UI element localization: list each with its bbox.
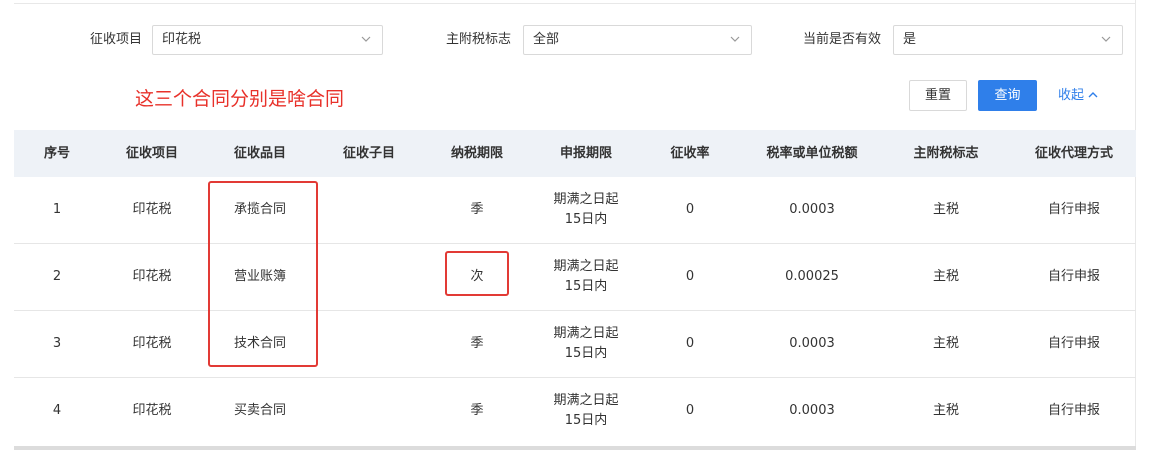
table-row[interactable]: 4 印花税 买卖合同 季 期满之日起 15日内 0 0.0003 主税 自行申报	[14, 378, 1136, 445]
deadline-line-1: 期满之日起	[553, 326, 619, 341]
deadline-line-1: 期满之日起	[553, 192, 619, 207]
col-header-agent: 征收代理方式	[1034, 146, 1114, 161]
item-select-value: 印花税	[162, 32, 202, 47]
cell-item: 印花税	[132, 336, 172, 351]
table-bottom-edge	[14, 446, 1136, 450]
cell-rate: 0	[685, 202, 695, 217]
top-divider	[14, 3, 1136, 4]
deadline-line-2: 15日内	[564, 279, 608, 294]
cell-item: 印花税	[132, 202, 172, 217]
cell-deadline: 期满之日起 15日内	[541, 257, 631, 297]
col-header-item: 征收项目	[125, 146, 179, 161]
table-row[interactable]: 3 印花税 技术合同 季 期满之日起 15日内 0 0.0003 主税 自行申报	[14, 311, 1136, 378]
cell-period: 季	[470, 403, 484, 418]
col-header-rate: 征收率	[670, 146, 710, 161]
cell-tax-rate: 0.0003	[789, 403, 835, 418]
cell-deadline: 期满之日起 15日内	[541, 324, 631, 364]
deadline-line-1: 期满之日起	[553, 259, 619, 274]
cell-agent: 自行申报	[1047, 403, 1101, 418]
cell-no: 4	[52, 403, 62, 418]
chevron-down-icon	[730, 36, 740, 42]
col-header-subitem: 征收子目	[342, 146, 396, 161]
cell-rate: 0	[685, 269, 695, 284]
table-row[interactable]: 2 印花税 营业账簿 次 期满之日起 15日内 0 0.00025 主税 自行申报	[14, 244, 1136, 311]
cell-no: 2	[52, 269, 62, 284]
collapse-link[interactable]: 收起	[1058, 88, 1098, 104]
col-header-tax-rate: 税率或单位税额	[766, 146, 858, 161]
main-flag-select-value: 全部	[533, 32, 560, 47]
filter-label-main-flag: 主附税标志	[446, 32, 512, 47]
filter-label-valid: 当前是否有效	[803, 32, 882, 47]
cell-flag: 主税	[932, 336, 960, 351]
cell-no: 1	[52, 202, 62, 217]
cell-rate: 0	[685, 403, 695, 418]
deadline-line-2: 15日内	[564, 346, 608, 361]
cell-flag: 主税	[932, 403, 960, 418]
cell-deadline: 期满之日起 15日内	[541, 190, 631, 230]
chevron-down-icon	[1101, 36, 1111, 42]
cell-item: 印花税	[132, 403, 172, 418]
table-header: 序号 征收项目 征收品目 征收子目 纳税期限 申报期限 征收率 税率或单位税额 …	[14, 130, 1136, 177]
cell-tax-rate: 0.00025	[785, 269, 839, 284]
collapse-label: 收起	[1058, 88, 1085, 103]
main-flag-select[interactable]: 全部	[523, 25, 752, 55]
valid-select[interactable]: 是	[893, 25, 1123, 55]
deadline-line-2: 15日内	[564, 413, 608, 428]
col-header-flag: 主附税标志	[913, 146, 979, 161]
deadline-line-2: 15日内	[564, 212, 608, 227]
reset-button[interactable]: 重置	[909, 80, 967, 111]
cell-tax-rate: 0.0003	[789, 336, 835, 351]
filter-label-item: 征收项目	[90, 32, 143, 47]
chevron-up-icon	[1088, 92, 1098, 98]
col-header-period: 纳税期限	[450, 146, 504, 161]
cell-period: 季	[470, 336, 484, 351]
highlight-box-categories	[208, 181, 318, 367]
cell-flag: 主税	[932, 202, 960, 217]
cell-agent: 自行申报	[1047, 202, 1101, 217]
col-header-deadline: 申报期限	[559, 146, 613, 161]
cell-category: 买卖合同	[233, 403, 287, 418]
valid-select-value: 是	[903, 32, 917, 47]
cell-agent: 自行申报	[1047, 336, 1101, 351]
cell-agent: 自行申报	[1047, 269, 1101, 284]
query-button[interactable]: 查询	[978, 80, 1037, 111]
item-select[interactable]: 印花税	[152, 25, 383, 55]
col-header-no: 序号	[43, 146, 71, 161]
annotation-text: 这三个合同分别是啥合同	[135, 88, 345, 110]
cell-tax-rate: 0.0003	[789, 202, 835, 217]
highlight-box-period	[445, 251, 509, 296]
cell-deadline: 期满之日起 15日内	[541, 391, 631, 431]
cell-rate: 0	[685, 336, 695, 351]
deadline-line-1: 期满之日起	[553, 393, 619, 408]
col-header-category: 征收品目	[233, 146, 287, 161]
cell-item: 印花税	[132, 269, 172, 284]
cell-no: 3	[52, 336, 62, 351]
table-row[interactable]: 1 印花税 承揽合同 季 期满之日起 15日内 0 0.0003 主税 自行申报	[14, 177, 1136, 244]
cell-period: 季	[470, 202, 484, 217]
chevron-down-icon	[361, 36, 371, 42]
cell-flag: 主税	[932, 269, 960, 284]
